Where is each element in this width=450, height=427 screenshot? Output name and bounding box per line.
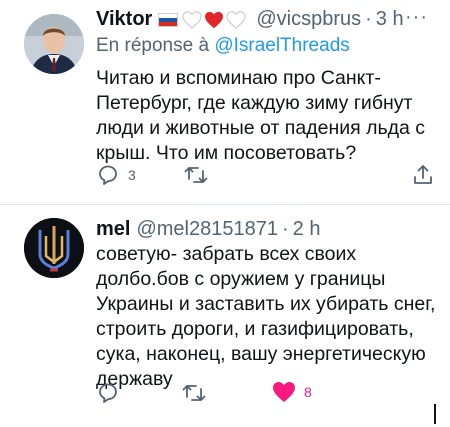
like-count: 8 <box>304 384 312 400</box>
white-heart-icon <box>226 10 246 29</box>
retweet-button[interactable] <box>183 163 217 187</box>
separator-dot: · <box>281 218 289 240</box>
reply-mention-link[interactable]: @IsraelThreads <box>214 35 349 56</box>
reply-prefix: En réponse à <box>96 35 210 56</box>
author-handle[interactable]: @mel28151871 <box>136 218 278 241</box>
reply-context: En réponse à @IsraelThreads <box>96 35 350 57</box>
tweet-divider <box>0 204 450 205</box>
share-button[interactable] <box>412 163 434 187</box>
tweet-1[interactable]: Viktor @vicspbrus · 3 h ··· En réponse à… <box>0 0 450 204</box>
tweet-header: mel @mel28151871 · 2 h <box>96 218 320 241</box>
reply-button[interactable]: 3 <box>96 163 136 187</box>
reply-count: 3 <box>128 167 136 183</box>
tweet-header: Viktor @vicspbrus · 3 h <box>96 8 404 31</box>
share-icon <box>414 165 432 184</box>
author-name[interactable]: mel <box>96 218 130 241</box>
tweet-actions: 8 <box>96 381 436 409</box>
retweet-icon <box>182 385 206 401</box>
more-options-button[interactable]: ··· <box>405 6 428 29</box>
tweet-actions: 3 <box>96 163 436 191</box>
reply-icon <box>99 165 117 185</box>
timestamp[interactable]: 3 h <box>376 8 404 31</box>
like-button[interactable]: 8 <box>272 381 312 403</box>
red-heart-icon <box>205 11 224 28</box>
white-heart-icon <box>182 10 202 29</box>
text-cursor <box>434 404 436 424</box>
avatar-viktor[interactable] <box>24 14 84 74</box>
heart-filled-icon <box>273 382 295 402</box>
hearts-emoji-group <box>182 10 248 29</box>
tweet-text: советую- забрать всех своих долбо.бов с … <box>96 243 436 390</box>
reply-icon <box>99 383 117 403</box>
reply-button[interactable] <box>96 381 128 405</box>
avatar-mel[interactable] <box>24 218 84 278</box>
author-handle[interactable]: @vicspbrus <box>256 8 361 31</box>
timestamp[interactable]: 2 h <box>293 218 321 241</box>
tweet-2[interactable]: mel @mel28151871 · 2 h советую- забрать … <box>0 206 450 427</box>
author-name[interactable]: Viktor <box>96 8 152 31</box>
russia-flag-icon <box>158 12 179 27</box>
separator-dot: · <box>365 8 372 30</box>
retweet-button[interactable] <box>181 381 215 405</box>
retweet-icon <box>184 167 208 183</box>
tweet-text: Читаю и вспоминаю про Санкт-Петербург, г… <box>96 67 426 164</box>
